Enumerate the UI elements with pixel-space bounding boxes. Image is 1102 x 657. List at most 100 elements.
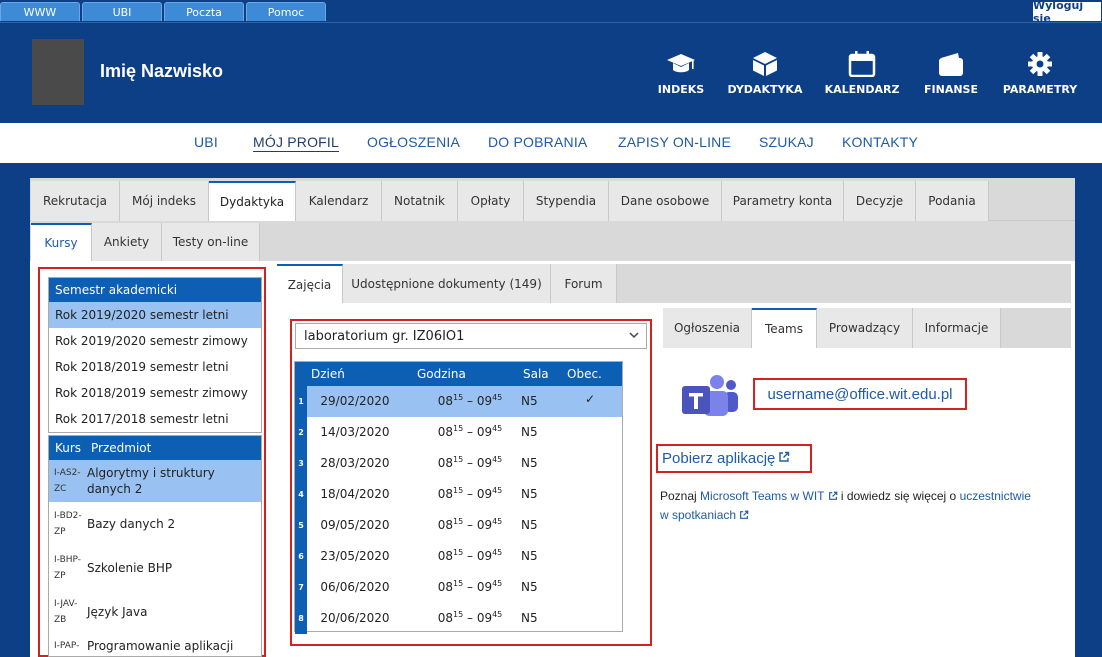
group-select[interactable]: laboratorium gr. IZ06IO1 bbox=[295, 323, 647, 349]
nav-szukaj[interactable]: SZUKAJ bbox=[759, 134, 814, 150]
schedule-row[interactable]: 7 06/06/2020 0815 – 0945 N5 bbox=[295, 572, 622, 603]
course-name: Algorytmy i struktury danych 2 bbox=[87, 466, 215, 496]
course-name: Programowanie aplikacji bbox=[87, 639, 234, 653]
start-hour: 08 bbox=[437, 580, 453, 594]
top-tab-ubi[interactable]: UBI bbox=[82, 2, 162, 21]
tab-prowadzacy[interactable]: Prowadzący bbox=[817, 308, 913, 348]
end-hour: 09 bbox=[476, 456, 493, 470]
course-row[interactable]: I-BHP-ZP Szkolenie BHP bbox=[49, 546, 261, 590]
header-kalendarz-button[interactable]: KALENDARZ bbox=[817, 51, 907, 96]
semester-item[interactable]: Rok 2018/2019 semestr zimowy bbox=[49, 380, 261, 406]
course-code: I-PAP- bbox=[54, 641, 80, 651]
nav-do-pobrania[interactable]: DO POBRANIA bbox=[488, 134, 587, 150]
schedule-row[interactable]: 2 14/03/2020 0815 – 0945 N5 bbox=[295, 417, 622, 448]
logout-button[interactable]: Wyloguj się bbox=[1032, 0, 1102, 25]
row-time: 0815 – 0945 bbox=[437, 579, 503, 594]
schedule-row[interactable]: 3 28/03/2020 0815 – 0945 N5 bbox=[295, 448, 622, 479]
header-finanse-button[interactable]: FINANSE bbox=[906, 51, 996, 96]
top-tab-www[interactable]: WWW bbox=[0, 2, 80, 21]
tab-testy-online[interactable]: Testy on-line bbox=[162, 223, 260, 261]
start-hour: 08 bbox=[437, 549, 453, 563]
nav-ubi[interactable]: UBI bbox=[194, 134, 218, 150]
end-minute: 45 bbox=[492, 517, 503, 526]
row-number: 7 bbox=[295, 572, 307, 603]
tabs-level1: Rekrutacja Mój indeks Dydaktyka Kalendar… bbox=[30, 178, 1075, 221]
tab-dydaktyka[interactable]: Dydaktyka bbox=[209, 181, 296, 221]
course-selector-panel: Semestr akademicki Rok 2019/2020 semestr… bbox=[38, 267, 266, 657]
semester-item[interactable]: Rok 2019/2020 semestr letni bbox=[49, 302, 261, 328]
tab-decyzje[interactable]: Decyzje bbox=[844, 181, 916, 221]
microsoft-teams-link[interactable]: Microsoft Teams w WIT bbox=[700, 489, 824, 503]
tab-kursy[interactable]: Kursy bbox=[31, 223, 92, 261]
tab-moj-indeks[interactable]: Mój indeks bbox=[120, 181, 209, 221]
download-app-link[interactable]: Pobierz aplikację bbox=[656, 444, 812, 473]
row-room: N5 bbox=[521, 425, 538, 439]
tab-podania[interactable]: Podania bbox=[916, 181, 989, 221]
course-row[interactable]: I-AS2-ZC Algorytmy i struktury danych 2 bbox=[49, 460, 261, 502]
nav-ogloszenia[interactable]: OGŁOSZENIA bbox=[367, 134, 460, 150]
schedule-row[interactable]: 6 23/05/2020 0815 – 0945 N5 bbox=[295, 541, 622, 572]
row-time: 0815 – 0945 bbox=[437, 424, 503, 439]
header-finanse-label: FINANSE bbox=[924, 83, 978, 96]
nav-moj-profil[interactable]: MÓJ PROFIL bbox=[253, 134, 340, 152]
top-tab-pomoc[interactable]: Pomoc bbox=[246, 2, 326, 21]
header: Imię Nazwisko INDEKS DYDAKTYKA KALENDARZ… bbox=[0, 22, 1102, 123]
graduation-cap-icon bbox=[636, 51, 726, 77]
participation-link-cont[interactable]: w spotkaniach bbox=[660, 508, 736, 522]
header-parametry-button[interactable]: PARAMETRY bbox=[995, 51, 1085, 96]
course-row[interactable]: I-PAP- Programowanie aplikacji bbox=[49, 634, 261, 656]
end-minute: 45 bbox=[492, 393, 503, 402]
tab-forum[interactable]: Forum bbox=[551, 264, 617, 303]
course-row[interactable]: I-BD2-ZP Bazy danych 2 bbox=[49, 502, 261, 546]
classes-panel: laboratorium gr. IZ06IO1 Dzień Godzina S… bbox=[290, 319, 652, 646]
tab-ogloszenia[interactable]: Ogłoszenia bbox=[663, 308, 752, 348]
tab-ankiety[interactable]: Ankiety bbox=[92, 223, 162, 261]
semester-item[interactable]: Rok 2017/2018 semestr letni bbox=[49, 406, 261, 432]
microsoft-teams-logo-icon bbox=[680, 372, 740, 420]
tab-dane-osobowe[interactable]: Dane osobowe bbox=[609, 181, 722, 221]
top-tab-poczta[interactable]: Poczta bbox=[164, 2, 244, 21]
tab-notatnik[interactable]: Notatnik bbox=[382, 181, 458, 221]
avatar bbox=[32, 39, 84, 105]
course-row[interactable]: I-JAV-ZB Język Java bbox=[49, 590, 261, 634]
start-hour: 08 bbox=[437, 487, 453, 501]
main-nav: UBI MÓJ PROFIL OGŁOSZENIA DO POBRANIA ZA… bbox=[0, 123, 1102, 163]
nav-kontakty[interactable]: KONTAKTY bbox=[842, 134, 918, 150]
header-kalendarz-label: KALENDARZ bbox=[824, 83, 900, 96]
tab-stypendia[interactable]: Stypendia bbox=[524, 181, 609, 221]
course-list: Kurs Przedmiot I-AS2-ZC Algorytmy i stru… bbox=[48, 435, 262, 657]
calendar-icon bbox=[817, 51, 907, 77]
semester-item[interactable]: Rok 2019/2020 semestr zimowy bbox=[49, 328, 261, 354]
semester-item[interactable]: Rok 2018/2019 semestr letni bbox=[49, 354, 261, 380]
schedule-row[interactable]: 8 20/06/2020 0815 – 0945 N5 bbox=[295, 603, 622, 634]
row-number: 4 bbox=[295, 479, 307, 510]
nav-zapisy-online[interactable]: ZAPISY ON-LINE bbox=[618, 134, 731, 150]
tab-parametry-konta[interactable]: Parametry konta bbox=[722, 181, 844, 221]
tabs-level2: Kursy Ankiety Testy on-line bbox=[30, 221, 1075, 261]
participation-link[interactable]: uczestnictwie bbox=[960, 489, 1031, 503]
row-room: N5 bbox=[521, 394, 538, 408]
external-link-icon bbox=[778, 450, 790, 467]
info-prefix: Poznaj bbox=[660, 489, 701, 503]
gear-icon bbox=[995, 51, 1085, 77]
tab-rekrutacja[interactable]: Rekrutacja bbox=[31, 181, 120, 221]
row-number: 1 bbox=[295, 386, 307, 417]
row-number: 8 bbox=[295, 603, 307, 634]
cube-icon bbox=[720, 51, 810, 77]
tab-kalendarz[interactable]: Kalendarz bbox=[296, 181, 382, 221]
schedule-row[interactable]: 1 29/02/2020 0815 – 0945 N5 ✓ bbox=[295, 386, 622, 417]
course-code: I-BD2-ZP bbox=[54, 511, 82, 537]
course-header-name: Przedmiot bbox=[91, 441, 152, 455]
schedule-row[interactable]: 4 18/04/2020 0815 – 0945 N5 bbox=[295, 479, 622, 510]
header-indeks-button[interactable]: INDEKS bbox=[636, 51, 726, 96]
top-strip: WWW UBI Poczta Pomoc Wyloguj się bbox=[0, 0, 1102, 25]
tab-informacje[interactable]: Informacje bbox=[913, 308, 1001, 348]
tab-oplaty[interactable]: Opłaty bbox=[458, 181, 524, 221]
header-dydaktyka-button[interactable]: DYDAKTYKA bbox=[720, 51, 810, 96]
tab-udostepnione-dokumenty[interactable]: Udostępnione dokumenty (149) bbox=[343, 264, 551, 303]
tab-zajecia[interactable]: Zajęcia bbox=[277, 264, 343, 303]
teams-email[interactable]: username@office.wit.edu.pl bbox=[753, 378, 967, 410]
tab-teams[interactable]: Teams bbox=[752, 308, 817, 348]
row-date: 20/06/2020 bbox=[320, 611, 390, 625]
schedule-row[interactable]: 5 09/05/2020 0815 – 0945 N5 bbox=[295, 510, 622, 541]
